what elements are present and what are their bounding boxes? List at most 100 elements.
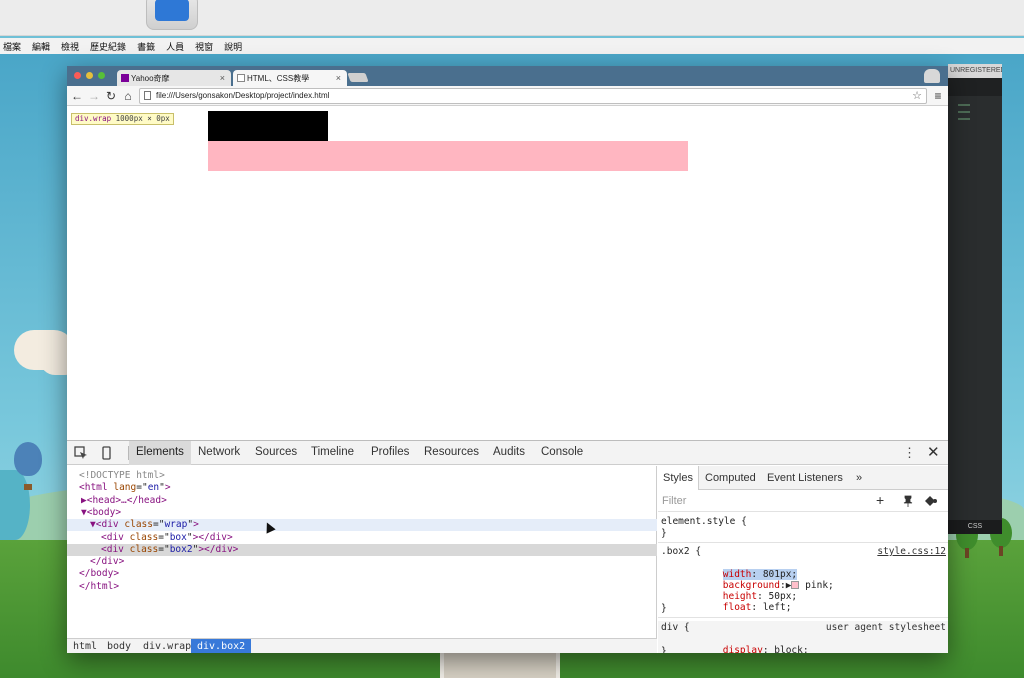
tab-title: Yahoo奇摩: [131, 74, 170, 83]
app-glyph-icon: [155, 0, 189, 21]
menu-item[interactable]: 檔案: [3, 40, 21, 53]
prop-name: float: [722, 602, 752, 613]
inspect-element-icon[interactable]: [74, 446, 88, 460]
new-tab-button[interactable]: [347, 73, 369, 82]
tab-computed[interactable]: Computed: [705, 466, 756, 490]
breadcrumb-item[interactable]: html: [67, 639, 103, 653]
minimize-window-button[interactable]: [86, 72, 93, 79]
tab-close-icon[interactable]: ×: [220, 73, 225, 83]
menu-item[interactable]: 視窗: [195, 40, 213, 53]
tab-timeline[interactable]: Timeline: [311, 441, 354, 465]
prop-value: pink;: [805, 580, 834, 591]
tab-elements[interactable]: Elements: [129, 441, 191, 465]
menu-icon[interactable]: ≡: [931, 88, 945, 104]
elements-tree: <!DOCTYPE html> <html lang="en"> ▶<head>…<…: [67, 466, 657, 653]
browser-toolbar: ← → ↻ ⌂ file:///Users/gonsakon/Desktop/p…: [67, 86, 948, 106]
app-icon[interactable]: [146, 0, 198, 30]
style-prop-background[interactable]: background:▶ pink;: [677, 569, 834, 591]
bookmark-star-icon[interactable]: ☆: [912, 89, 922, 103]
editor-status-syntax[interactable]: CSS: [948, 520, 1002, 534]
close-devtools-icon[interactable]: ✕: [927, 443, 940, 461]
dom-node[interactable]: <div class="box2"></div>: [67, 543, 657, 556]
url-text: file:///Users/gonsakon/Desktop/project/i…: [156, 91, 330, 100]
back-arrow-icon[interactable]: ←: [70, 88, 84, 104]
address-bar[interactable]: file:///Users/gonsakon/Desktop/project/i…: [139, 88, 927, 104]
style-prop-width[interactable]: width: 801px;: [677, 558, 798, 580]
dom-node[interactable]: ▼<body>: [67, 507, 657, 519]
breadcrumb-item[interactable]: body: [101, 639, 137, 653]
dom-node[interactable]: </div>: [67, 556, 657, 568]
tab-sources[interactable]: Sources: [255, 441, 297, 465]
tab-yahoo[interactable]: Yahoo奇摩 ×: [117, 70, 231, 86]
div-rule-selector[interactable]: div {: [661, 622, 690, 633]
tooltip-size: 1000px × 0px: [115, 114, 170, 123]
style-prop-float[interactable]: float: left;: [677, 591, 792, 613]
prop-value: block;: [774, 645, 809, 653]
profile-icon[interactable]: [924, 69, 940, 83]
tab-close-icon[interactable]: ×: [336, 73, 341, 83]
dom-node[interactable]: </html>: [67, 581, 657, 593]
menu-item[interactable]: 說明: [224, 40, 242, 53]
breadcrumb-item[interactable]: div.wrap: [137, 639, 197, 653]
reload-icon[interactable]: ↻: [104, 88, 118, 104]
dom-node[interactable]: <html lang="en">: [67, 482, 657, 494]
device-mode-icon[interactable]: [99, 446, 113, 460]
menu-bar: 檔案 編輯 檢視 歷史紀錄 書籤 人員 視窗 說明: [0, 38, 1024, 54]
tab-event-listeners[interactable]: Event Listeners: [767, 466, 843, 490]
menu-item[interactable]: 歷史紀錄: [90, 40, 126, 53]
tab-network[interactable]: Network: [198, 441, 240, 465]
box2-source-link[interactable]: style.css:12: [877, 546, 946, 557]
styles-pane: Styles Computed Event Listeners » Filter…: [658, 466, 948, 653]
dom-node[interactable]: ▶<head>…</head>: [67, 495, 657, 507]
menu-item[interactable]: 書籤: [137, 40, 155, 53]
tab-audits[interactable]: Audits: [493, 441, 525, 465]
dom-node[interactable]: ▼<div class="wrap">: [67, 519, 657, 532]
yahoo-favicon-icon: [121, 74, 129, 82]
tab-html-css[interactable]: HTML、CSS教學 ×: [233, 70, 347, 86]
dom-node[interactable]: </body>: [67, 568, 657, 580]
style-prop-display[interactable]: display: block;: [677, 634, 809, 653]
element-classes-icon[interactable]: [924, 495, 938, 507]
inspect-tooltip: div.wrap 1000px × 0px: [71, 113, 174, 125]
dom-node[interactable]: <!DOCTYPE html>: [67, 470, 657, 482]
more-tabs-icon[interactable]: »: [856, 466, 862, 490]
tree-trunk-decoration: [965, 548, 969, 558]
devtools-tabbar: Elements Network Sources Timeline Profiles Re…: [67, 441, 948, 465]
box2-rule-selector[interactable]: .box2 {: [661, 546, 701, 557]
new-style-rule-icon[interactable]: +: [876, 492, 884, 508]
devtools-panel: Elements Network Sources Timeline Profiles Re…: [67, 440, 948, 653]
zoom-window-button[interactable]: [98, 72, 105, 79]
tab-styles[interactable]: Styles: [658, 466, 699, 490]
page-icon: [144, 91, 151, 100]
close-brace: }: [661, 603, 667, 614]
tab-strip: Yahoo奇摩 × HTML、CSS教學 ×: [67, 66, 948, 86]
box2-element: [208, 141, 688, 171]
rule-divider: [658, 617, 948, 618]
dock-strip: [0, 0, 1024, 36]
page-viewport: div.wrap 1000px × 0px: [67, 107, 948, 440]
style-prop-height[interactable]: height: 50px;: [677, 580, 797, 602]
home-icon[interactable]: ⌂: [121, 88, 135, 104]
ua-stylesheet-label: user agent stylesheet: [825, 622, 946, 633]
page-favicon-icon: [237, 74, 245, 82]
styles-tabbar: Styles Computed Event Listeners »: [658, 466, 948, 490]
menu-item[interactable]: 人員: [166, 40, 184, 53]
styles-filter-input[interactable]: Filter: [662, 495, 686, 507]
unregistered-label: UNREGISTERED: [948, 64, 1002, 78]
pin-state-icon[interactable]: [902, 495, 914, 507]
browser-window: Yahoo奇摩 × HTML、CSS教學 × ← → ↻ ⌂ file:///U…: [67, 66, 948, 653]
tab-console[interactable]: Console: [541, 441, 583, 465]
menu-item[interactable]: 編輯: [32, 40, 50, 53]
more-options-icon[interactable]: ⋮: [903, 445, 916, 461]
tab-title: HTML、CSS教學: [247, 74, 310, 83]
tab-resources[interactable]: Resources: [424, 441, 479, 465]
forward-arrow-icon[interactable]: →: [87, 88, 101, 104]
tab-profiles[interactable]: Profiles: [371, 441, 409, 465]
menu-item[interactable]: 檢視: [61, 40, 79, 53]
dom-node[interactable]: <div class="box"></div>: [67, 532, 657, 544]
editor-window: UNREGISTERED CSS: [948, 64, 1002, 534]
element-style-selector[interactable]: element.style {: [661, 516, 747, 527]
breadcrumb-item[interactable]: div.box2: [191, 639, 252, 653]
close-window-button[interactable]: [74, 72, 81, 79]
close-brace: }: [661, 646, 667, 653]
